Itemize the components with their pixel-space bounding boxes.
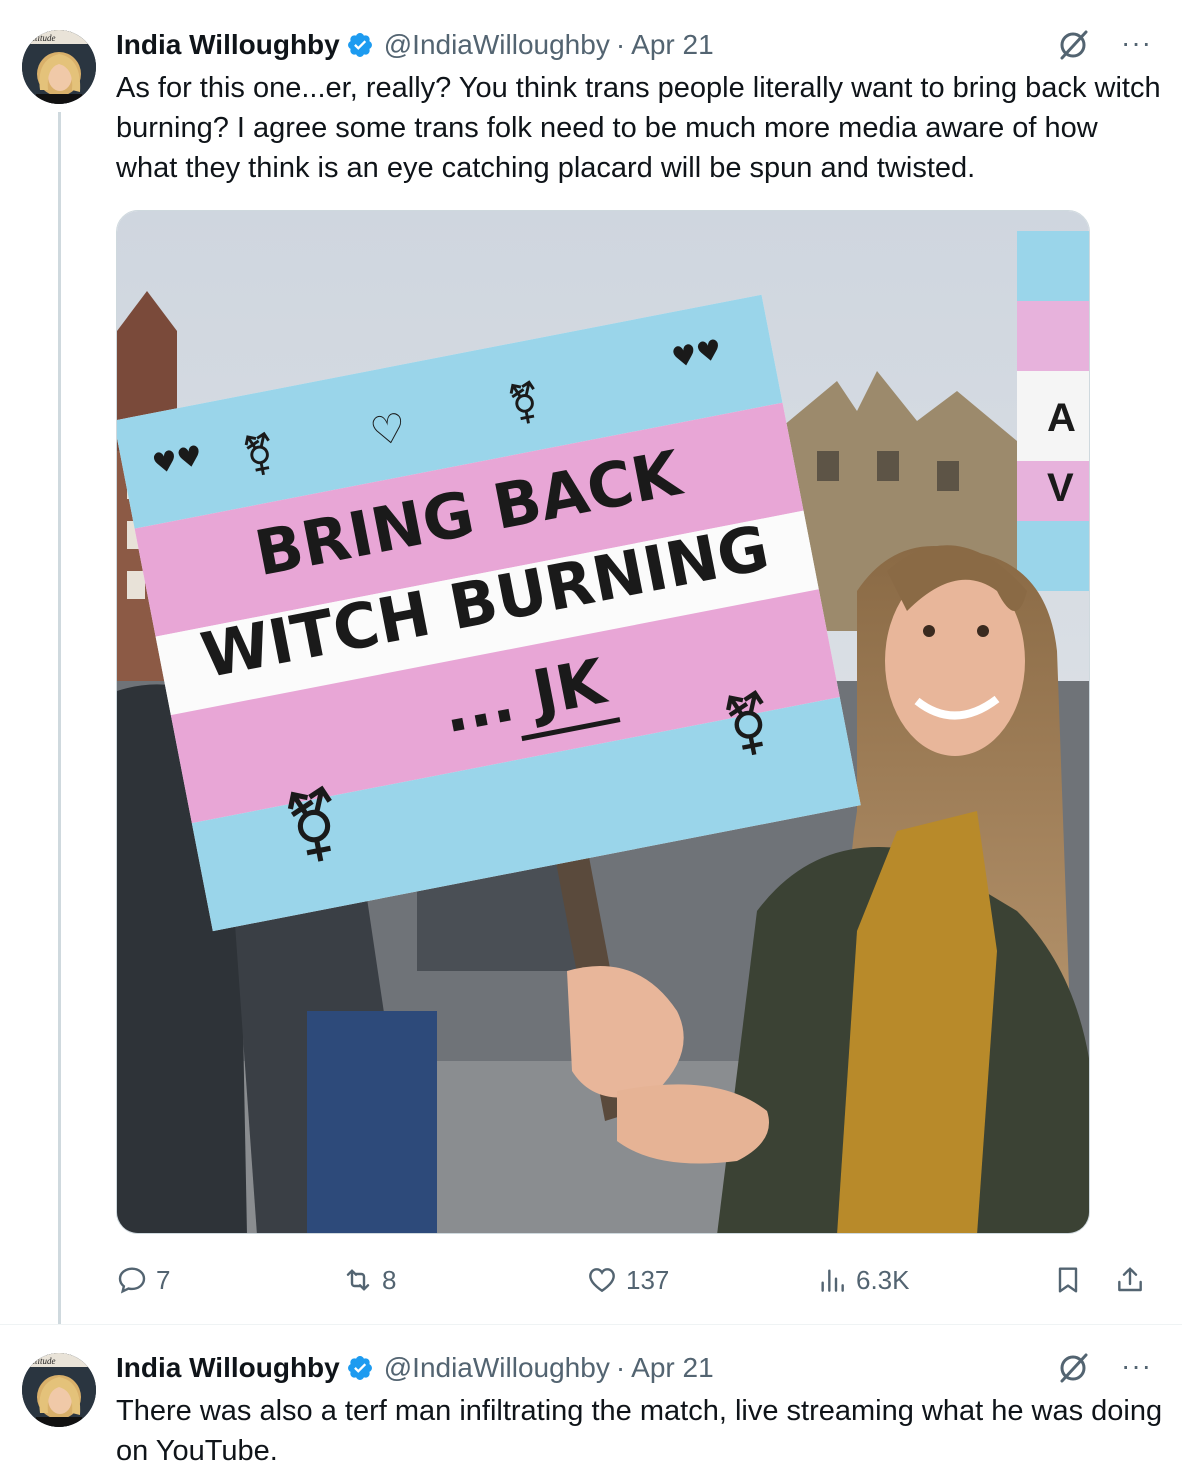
tweet-date[interactable]: Apr 21 <box>631 29 714 61</box>
views-button[interactable]: 6.3K <box>816 1256 910 1304</box>
reply-button[interactable]: 7 <box>116 1256 170 1304</box>
author-handle[interactable]: @IndiaWilloughby <box>384 1352 610 1384</box>
reply-count: 7 <box>156 1264 171 1295</box>
tweet-1[interactable]: attitude India Willoughby @IndiaWillough… <box>0 0 1182 1324</box>
tweet-header: India Willoughby @IndiaWilloughby · Apr … <box>116 1349 714 1387</box>
tweet-text: As for this one...er, really? You think … <box>116 72 1161 184</box>
share-button[interactable] <box>1114 1256 1154 1304</box>
tweet-photo[interactable]: A V BRING BACK WITCH BURNING ... JK ⚧ ♡ … <box>116 210 1090 1234</box>
share-icon <box>1118 1267 1142 1292</box>
svg-text:attitude: attitude <box>28 1356 56 1366</box>
bookmark-button[interactable] <box>1052 1256 1092 1304</box>
avatar[interactable]: attitude <box>22 1353 96 1427</box>
tweet-actions: 7 8 137 6.3K <box>116 1256 1156 1304</box>
like-count: 137 <box>626 1264 670 1295</box>
separator: · <box>615 29 626 60</box>
tweet-2[interactable]: attitude India Willoughby @IndiaWillough… <box>0 1324 1182 1476</box>
more-icon[interactable]: ··· <box>1121 26 1152 60</box>
views-count: 6.3K <box>856 1264 910 1295</box>
svg-text:attitude: attitude <box>28 33 56 43</box>
more-icon[interactable]: ··· <box>1121 1349 1152 1383</box>
tweet-date[interactable]: Apr 21 <box>631 1352 714 1384</box>
repost-icon <box>346 1269 370 1291</box>
like-icon <box>589 1268 615 1293</box>
svg-text:V: V <box>1047 466 1074 510</box>
reply-icon <box>118 1267 146 1294</box>
bookmark-icon <box>1058 1267 1078 1293</box>
grok-icon[interactable] <box>1056 1351 1090 1385</box>
verified-icon <box>346 1354 374 1382</box>
separator: · <box>615 1352 626 1383</box>
views-icon <box>821 1269 844 1292</box>
avatar[interactable]: attitude <box>22 30 96 104</box>
second-sign-text: A <box>1047 396 1076 440</box>
grok-icon[interactable] <box>1056 28 1090 62</box>
tweet-text: There was also a terf man infiltrating t… <box>116 1395 1163 1467</box>
repost-button[interactable]: 8 <box>342 1256 396 1304</box>
verified-icon <box>346 31 374 59</box>
author-name[interactable]: India Willoughby <box>116 29 340 61</box>
repost-count: 8 <box>382 1264 397 1295</box>
author-name[interactable]: India Willoughby <box>116 1352 340 1384</box>
tweet-header: India Willoughby @IndiaWilloughby · Apr … <box>116 26 714 64</box>
author-handle[interactable]: @IndiaWilloughby <box>384 29 610 61</box>
thread-line <box>58 112 61 1324</box>
like-button[interactable]: 137 <box>586 1256 669 1304</box>
